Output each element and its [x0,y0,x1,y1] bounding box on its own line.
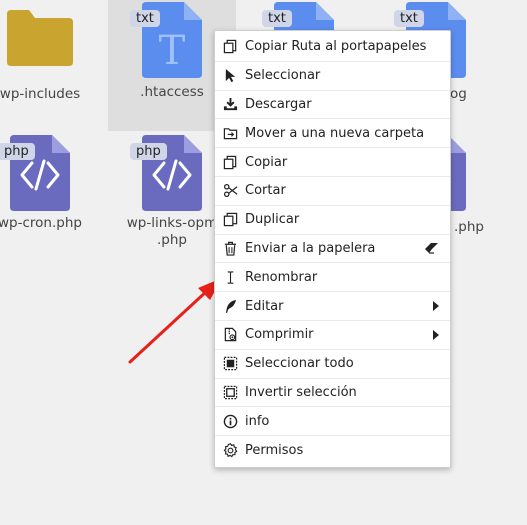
gear-icon [223,443,238,458]
menu-item-duplicate[interactable]: Duplicar [215,206,450,235]
invert-selection-icon [223,385,238,400]
menu-item-label: Descargar [245,96,312,112]
duplicate-icon [223,212,238,227]
menu-item-copy[interactable]: Copiar [215,148,450,177]
menu-item-label: Copiar [245,154,288,170]
chevron-right-icon [432,329,440,340]
menu-item-label: Editar [245,298,284,314]
chevron-right-icon [432,301,440,312]
menu-item-select[interactable]: Seleccionar [215,62,450,91]
menu-item-compress[interactable]: Comprimir [215,321,450,350]
menu-item-rename[interactable]: Renombrar [215,263,450,293]
text-cursor-icon [223,270,238,285]
select-all-icon [223,356,238,371]
menu-item-label: Invertir selección [245,384,357,400]
quill-icon [223,299,238,314]
menu-item-copy-path[interactable]: Copiar Ruta al portapapeles [215,33,450,62]
cursor-icon [223,68,238,83]
menu-item-trash[interactable]: Enviar a la papelera [215,235,450,264]
menu-item-label: Copiar Ruta al portapapeles [245,39,427,55]
archive-icon [223,327,238,342]
menu-item-permissions[interactable]: Permisos [215,436,450,465]
info-icon [223,414,238,429]
eraser-icon [424,242,440,255]
menu-item-edit[interactable]: Editar [215,292,450,321]
menu-item-label: info [245,413,270,429]
menu-item-label: Seleccionar [245,68,321,84]
menu-item-label: Seleccionar todo [245,356,354,372]
menu-item-invert-selection[interactable]: Invertir selección [215,379,450,408]
download-icon [223,97,238,112]
menu-item-label: Duplicar [245,212,300,228]
menu-item-label: Comprimir [245,327,314,343]
menu-item-select-all[interactable]: Seleccionar todo [215,350,450,379]
menu-item-label: Enviar a la papelera [245,240,376,256]
menu-item-label: Permisos [245,443,304,459]
move-folder-icon [223,126,238,141]
copy-icon [223,39,238,54]
menu-item-info[interactable]: info [215,407,450,437]
trash-icon [223,241,238,256]
menu-item-label: Mover a una nueva carpeta [245,125,425,141]
scissors-icon [223,183,238,198]
menu-item-label: Renombrar [245,269,318,285]
menu-item-label: Cortar [245,183,286,199]
context-menu: Copiar Ruta al portapapeles Seleccionar … [214,30,451,468]
copy-icon [223,155,238,170]
file-manager-view: wp-includes T txt .htaccess txt txt og p… [0,0,527,525]
menu-item-cut[interactable]: Cortar [215,177,450,206]
menu-item-move-to-folder[interactable]: Mover a una nueva carpeta [215,119,450,149]
menu-item-download[interactable]: Descargar [215,91,450,120]
